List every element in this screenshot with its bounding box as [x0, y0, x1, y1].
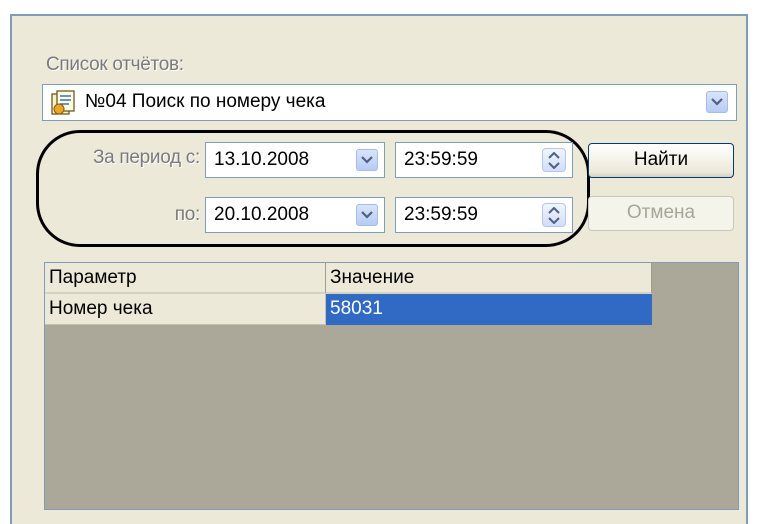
from-date-picker[interactable]: 13.10.2008 [205, 142, 385, 178]
chevron-down-icon [361, 156, 373, 164]
from-time-spin-button[interactable] [542, 148, 566, 172]
report-select-value: №04 Поиск по номеру чека [85, 91, 326, 112]
spin-up-icon [548, 207, 560, 214]
chevron-down-icon [361, 211, 373, 219]
spin-down-icon [548, 217, 560, 224]
column-header-parameter[interactable]: Параметр [45, 263, 326, 294]
to-time-value: 23:59:59 [404, 204, 478, 225]
from-date-dropdown-button[interactable] [356, 149, 378, 171]
spin-up-icon [548, 152, 560, 159]
find-button[interactable]: Найти [588, 143, 734, 178]
to-date-picker[interactable]: 20.10.2008 [205, 197, 385, 233]
period-to-label: по: [174, 204, 201, 225]
to-date-dropdown-button[interactable] [356, 204, 378, 226]
report-list-label: Список отчётов: [46, 54, 184, 75]
to-time-spinner[interactable]: 23:59:59 [395, 197, 573, 233]
to-date-value: 20.10.2008 [214, 204, 310, 225]
spin-down-icon [548, 162, 560, 169]
table-row-param-cell[interactable]: Номер чека [45, 294, 326, 325]
period-from-label: За период с: [92, 147, 200, 168]
to-time-spin-button[interactable] [542, 203, 566, 227]
from-time-value: 23:59:59 [404, 149, 478, 170]
report-dropdown-button[interactable] [706, 91, 728, 113]
report-select[interactable]: №04 Поиск по номеру чека [42, 84, 737, 121]
table-row-value-cell[interactable]: 58031 [326, 294, 652, 325]
cancel-button[interactable]: Отмена [588, 196, 734, 231]
parameters-table[interactable]: Параметр Значение Номер чека 58031 [44, 262, 739, 510]
from-time-spinner[interactable]: 23:59:59 [395, 142, 573, 178]
chevron-down-icon [711, 98, 723, 106]
column-header-value[interactable]: Значение [326, 263, 652, 294]
report-document-icon [51, 90, 75, 115]
from-date-value: 13.10.2008 [214, 149, 310, 170]
